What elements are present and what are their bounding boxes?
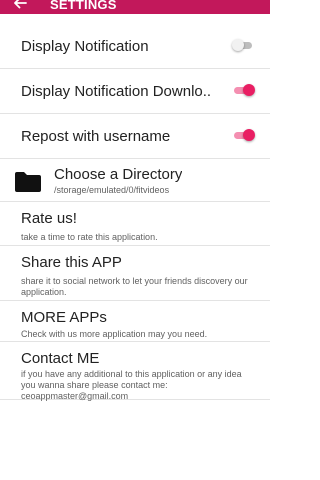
setting-description: share it to social network to let your f…: [21, 276, 248, 297]
setting-choose-directory[interactable]: Choose a Directory /storage/emulated/0/f…: [0, 159, 270, 202]
setting-description: if you have any additional to this appli…: [21, 369, 256, 402]
setting-description: Check with us more application may you n…: [21, 329, 208, 339]
setting-rate-us[interactable]: Rate us! take a time to rate this applic…: [0, 202, 270, 246]
setting-more-apps[interactable]: MORE APPs Check with us more application…: [0, 301, 270, 342]
repost-username-switch[interactable]: [232, 129, 255, 141]
setting-display-notification[interactable]: Display Notification: [0, 24, 270, 69]
settings-list: Display Notification Display Notificatio…: [0, 24, 270, 402]
switch-thumb: [243, 129, 255, 141]
setting-description: take a time to rate this application.: [21, 232, 158, 242]
display-notification-switch[interactable]: [232, 39, 254, 51]
setting-label: Contact ME: [21, 350, 100, 367]
setting-label: Share this APP: [21, 254, 122, 271]
setting-repost-username[interactable]: Repost with username: [0, 114, 270, 159]
display-notification-download-switch[interactable]: [232, 84, 255, 96]
setting-label: Display Notification Downlo..: [21, 83, 212, 100]
contact-email[interactable]: ceoappmaster@gmail.com: [21, 391, 128, 401]
page-title: SETTINGS: [50, 0, 117, 12]
setting-label: MORE APPs: [21, 309, 107, 326]
setting-label: Choose a Directory: [54, 166, 183, 183]
app-bar: SETTINGS: [0, 0, 270, 14]
switch-thumb: [243, 84, 255, 96]
setting-contact-me[interactable]: Contact ME if you have any additional to…: [0, 342, 270, 402]
folder-icon: [15, 172, 41, 192]
setting-label: Display Notification: [21, 38, 149, 55]
setting-label: Rate us!: [21, 210, 77, 227]
directory-path: /storage/emulated/0/fitvideos: [54, 185, 170, 195]
setting-label: Repost with username: [21, 128, 171, 145]
setting-share-app[interactable]: Share this APP share it to social networ…: [0, 246, 270, 301]
switch-thumb: [232, 39, 244, 51]
arrow-left-icon[interactable]: [12, 0, 28, 11]
contact-description: if you have any additional to this appli…: [21, 369, 242, 390]
setting-display-notification-download[interactable]: Display Notification Downlo..: [0, 69, 270, 114]
